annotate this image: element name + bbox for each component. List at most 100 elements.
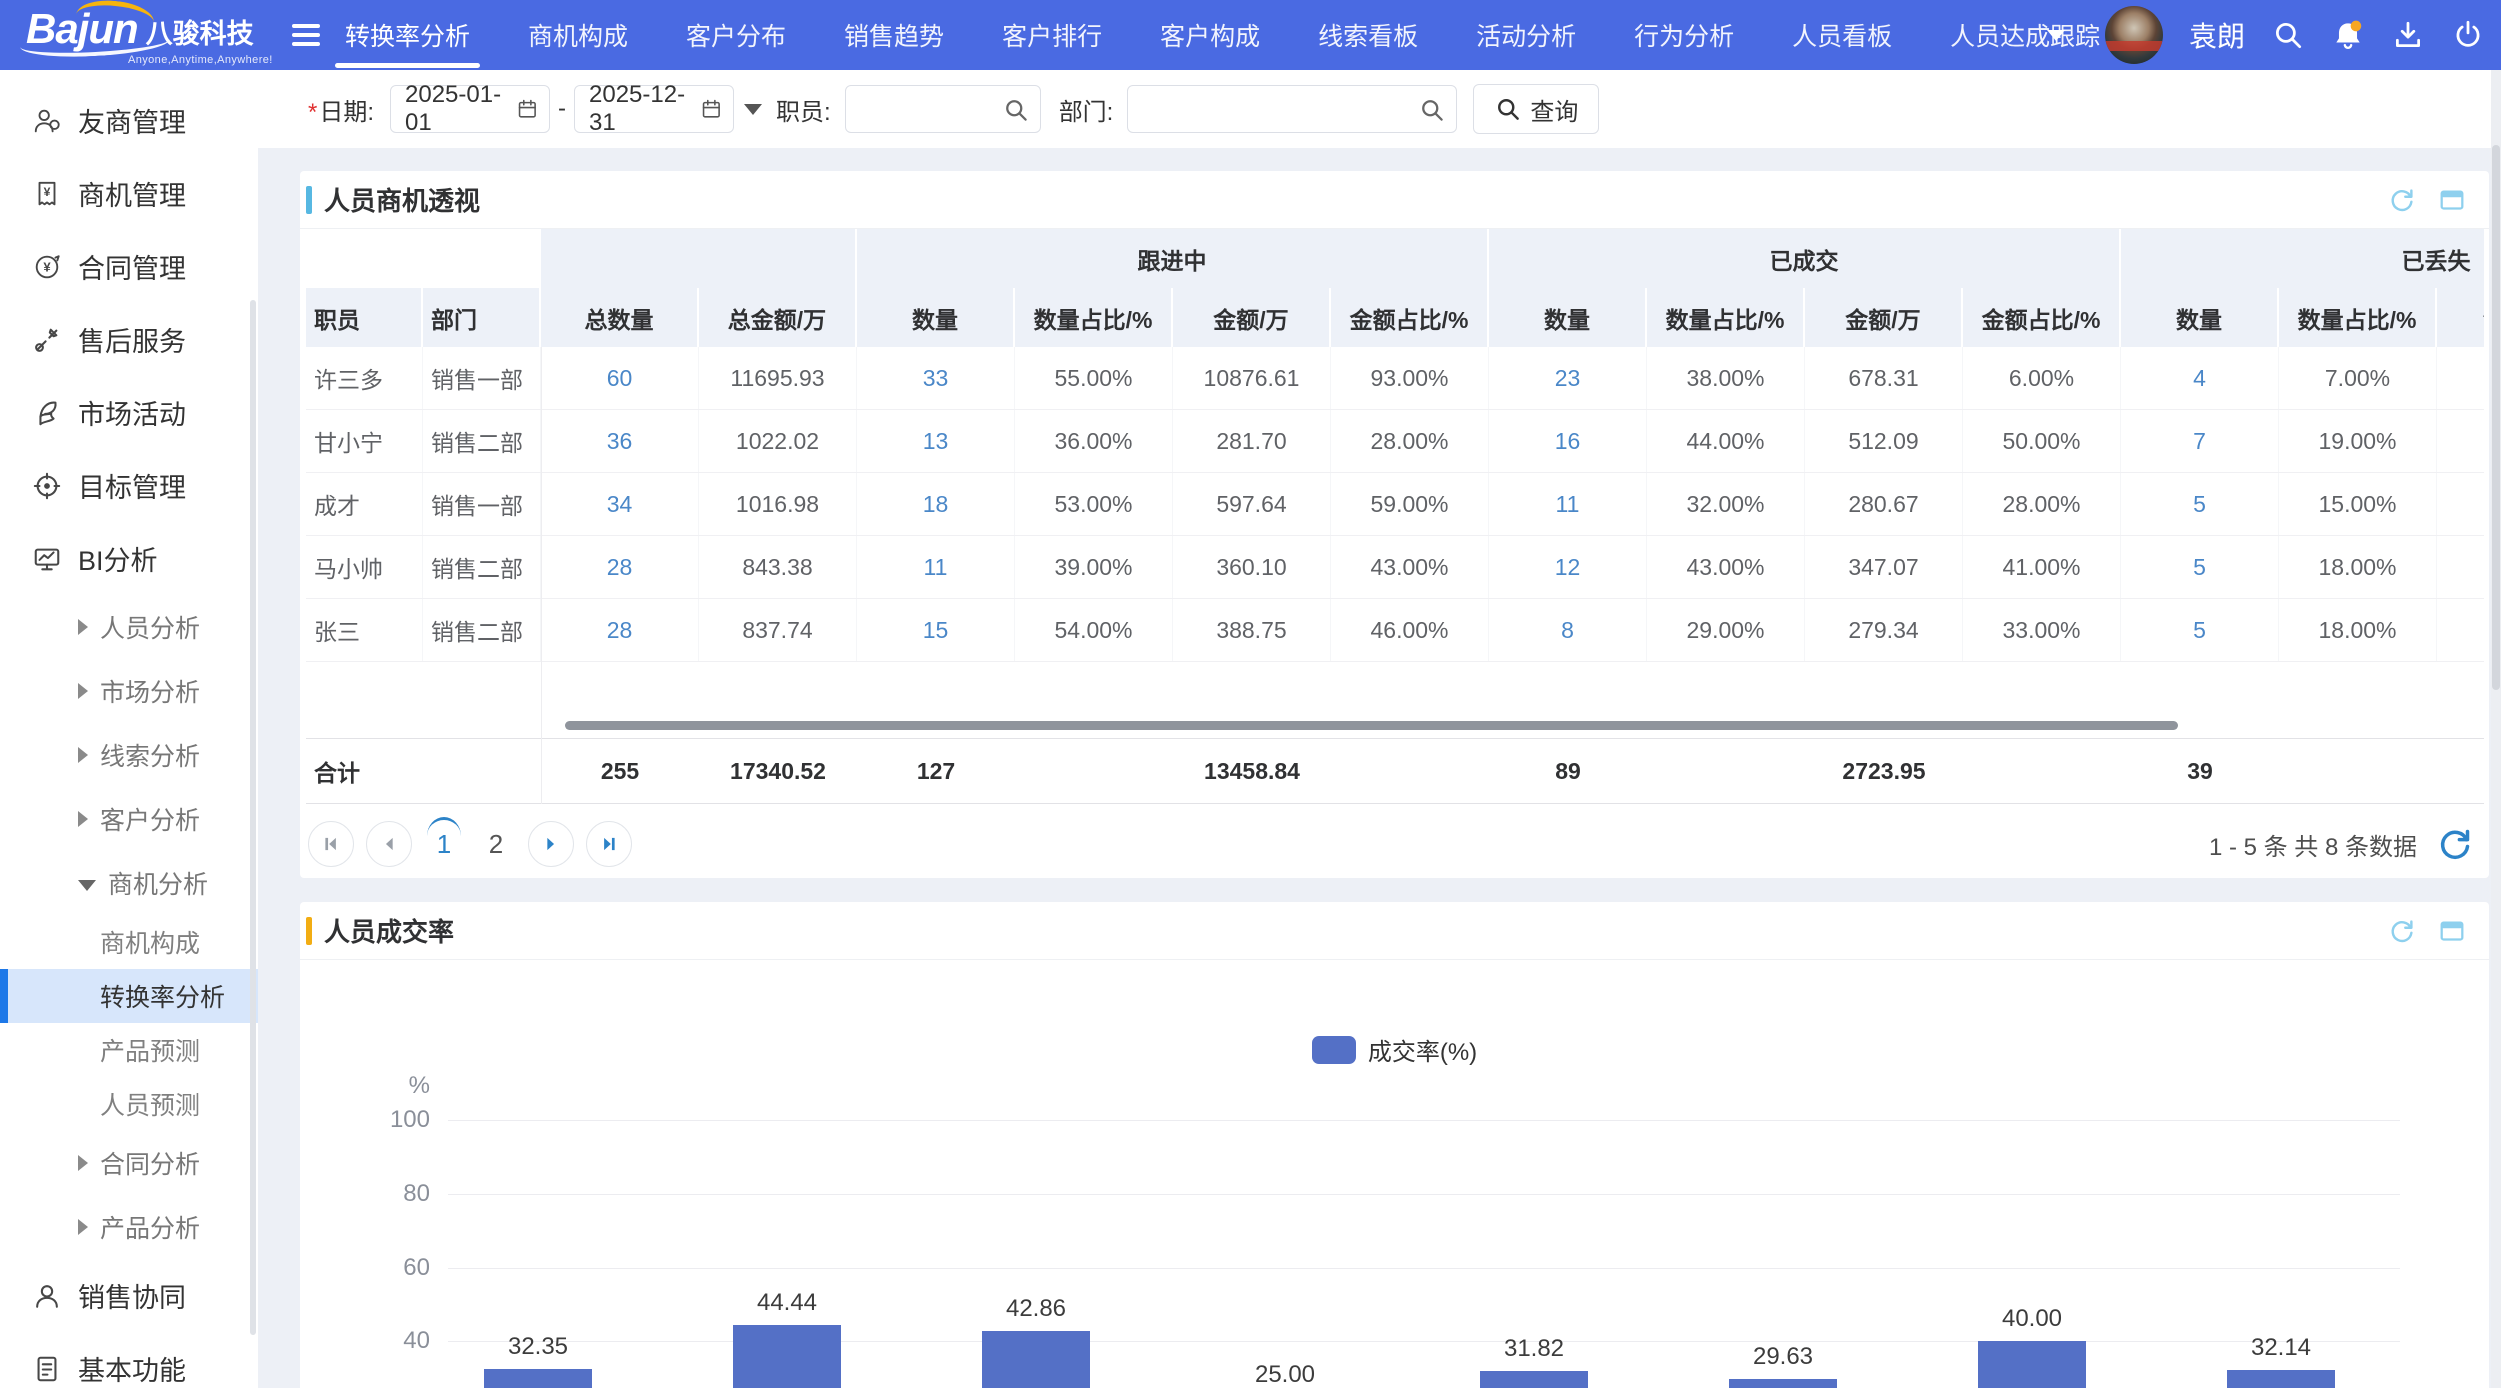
cell-link[interactable]: 23 [1489,347,1647,409]
bar-value-label: 44.44 [756,1288,818,1316]
sidebar-item-13[interactable]: 商机构成 [0,915,258,969]
sidebar-item-11[interactable]: 客户分析 [0,787,258,851]
cell-link[interactable]: 8 [1489,599,1647,661]
sidebar-scrollbar[interactable] [250,300,256,1335]
pagination-first-button[interactable] [308,821,354,867]
staff-search-icon[interactable] [1002,96,1030,124]
bar [733,1324,841,1388]
cell-link[interactable]: 5 [2121,473,2279,535]
cell-link[interactable]: 7 [2121,410,2279,472]
calendar-icon[interactable] [700,95,723,123]
nav-more-caret-down-icon[interactable] [2046,29,2065,41]
pagination-page-2[interactable]: 2 [476,821,516,867]
menu-hamburger-icon[interactable] [292,24,320,46]
sidebar-item-3[interactable]: ¥ 合同管理 [0,230,258,303]
panel2-window-icon[interactable] [2437,916,2467,946]
cell-link[interactable]: 11 [1489,473,1647,535]
pagination-prev-button[interactable] [366,821,412,867]
cell-link[interactable]: 11 [857,536,1015,598]
nav-item-9[interactable]: 行为分析 [1634,0,1734,70]
table-refresh-icon[interactable] [2435,824,2475,864]
cell-link[interactable]: 4 [2121,347,2279,409]
username[interactable]: 袁朗 [2189,15,2245,55]
cell: 44.00% [1647,410,1805,472]
opportunity-icon: ¥ [32,179,62,209]
date-end-input[interactable]: 2025-12-31 [574,81,735,136]
cell-link[interactable]: 28 [541,536,699,598]
dept-filter-label: 部门: [1058,98,1114,126]
nav-item-7[interactable]: 线索看板 [1318,0,1418,70]
cell: 279.34 [1805,599,1963,661]
nav-item-3[interactable]: 客户分布 [686,0,786,70]
cell-link[interactable]: 36 [541,410,699,472]
panel2-refresh-icon[interactable] [2387,916,2417,946]
cell-link[interactable]: 28 [541,599,699,661]
cell-link[interactable]: 12 [1489,536,1647,598]
power-icon[interactable] [2451,18,2485,52]
sidebar-item-15[interactable]: 产品预测 [0,1023,258,1077]
cell-link[interactable]: 5 [2121,599,2279,661]
group-header-1 [541,229,857,288]
cell-link[interactable]: 5 [2121,536,2279,598]
sidebar-item-2[interactable]: ¥ 商机管理 [0,157,258,230]
sidebar-item-6[interactable]: 目标管理 [0,449,258,522]
nav-item-4[interactable]: 销售趋势 [844,0,944,70]
panel1-window-icon[interactable] [2437,185,2467,215]
date-type-caret-down-icon[interactable] [744,103,763,115]
filter-bar: *日期: 2025-01-01 - 2025-12-31 职员: 部门: 查询 [258,70,2501,148]
nav-item-10[interactable]: 人员看板 [1792,0,1892,70]
cell-link[interactable]: 60 [541,347,699,409]
sidebar-item-1[interactable]: 友商管理 [0,84,258,157]
panel1-refresh-icon[interactable] [2387,185,2417,215]
y-axis-tick: 100 [389,1106,430,1133]
group-header-0 [306,229,541,288]
cell-link[interactable]: 33 [857,347,1015,409]
table-row: 马小帅 销售二部 28 843.38 11 39.00% 360.10 43.00% 12 43.… [306,536,2484,599]
sidebar-item-4[interactable]: 售后服务 [0,303,258,376]
col-header: 金额/万 [1805,288,1963,347]
staff-input-wrap [844,85,1041,133]
app-logo[interactable]: Bajun 八骏科技 Anyone,Anytime,Anywhere! [26,5,273,66]
sidebar-item-label: 商机管理 [78,181,186,211]
nav-item-2[interactable]: 商机构成 [528,0,628,70]
nav-item-6[interactable]: 客户构成 [1160,0,1260,70]
cell-link[interactable]: 16 [1489,410,1647,472]
chart-legend[interactable]: 成交率(%) [300,1032,2489,1067]
cell-link[interactable]: 13 [857,410,1015,472]
dept-input[interactable] [1128,86,1457,132]
sidebar-item-17[interactable]: 合同分析 [0,1131,258,1195]
cell-link[interactable]: 15 [857,599,1015,661]
sidebar-item-8[interactable]: 人员分析 [0,595,258,659]
sidebar-item-20[interactable]: 基本功能 [0,1332,258,1388]
sidebar-item-12[interactable]: 商机分析 [0,851,258,915]
pagination-next-button[interactable] [528,821,574,867]
sidebar-item-7[interactable]: BI分析 [0,522,258,595]
sidebar-item-18[interactable]: 产品分析 [0,1195,258,1259]
sidebar-item-16[interactable]: 人员预测 [0,1077,258,1131]
user-avatar[interactable] [2104,6,2163,64]
cell-link[interactable]: 34 [541,473,699,535]
bar-value-label: 40.00 [2001,1305,2063,1333]
nav-item-1[interactable]: 转换率分析 [334,0,481,70]
download-icon[interactable] [2391,18,2425,52]
sidebar-item-14[interactable]: 转换率分析 [0,969,258,1023]
horizontal-scrollbar-thumb[interactable] [565,721,2178,730]
page-scrollbar-thumb[interactable] [2492,145,2500,690]
sidebar-item-19[interactable]: 销售协同 [0,1259,258,1332]
panel1-title: 人员商机透视 [324,186,481,216]
search-icon[interactable] [2271,18,2305,52]
query-button[interactable]: 查询 [1473,84,1600,134]
dept-search-icon[interactable] [1418,96,1446,124]
bell-icon[interactable] [2331,18,2365,52]
sidebar-item-9[interactable]: 市场分析 [0,659,258,723]
nav-item-8[interactable]: 活动分析 [1476,0,1576,70]
pagination-last-button[interactable] [586,821,632,867]
calendar-icon[interactable] [516,95,539,123]
sidebar-item-10[interactable]: 线索分析 [0,723,258,787]
sidebar-item-label: 人员预测 [100,1092,201,1120]
sidebar-item-5[interactable]: 市场活动 [0,376,258,449]
date-start-input[interactable]: 2025-01-01 [390,81,551,136]
nav-item-5[interactable]: 客户排行 [1002,0,1102,70]
pagination-page-1[interactable]: 1 [424,817,464,867]
cell-link[interactable]: 18 [857,473,1015,535]
